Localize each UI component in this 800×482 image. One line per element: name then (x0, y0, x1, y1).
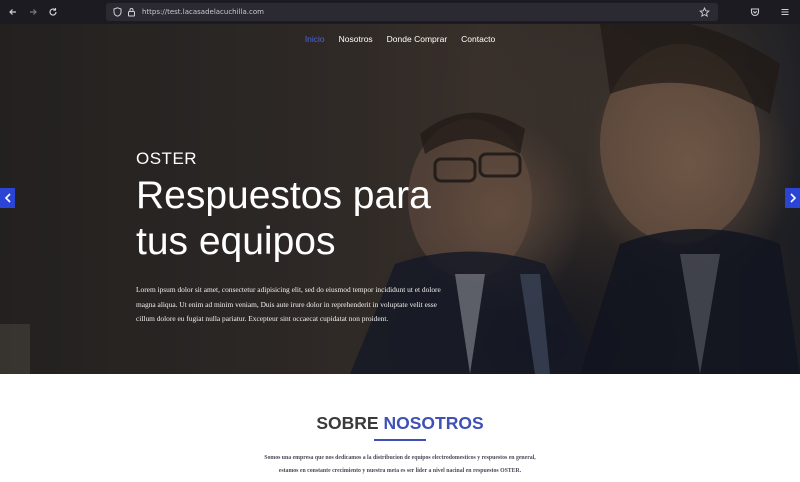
nav-item-contacto[interactable]: Contacto (454, 34, 502, 44)
about-title-part2: NOSOTROS (383, 413, 484, 433)
about-title-part1: SOBRE (316, 413, 379, 433)
pocket-icon[interactable] (746, 3, 764, 21)
reload-icon[interactable] (44, 3, 62, 21)
back-arrow-icon[interactable] (4, 3, 22, 21)
hero-body-text: Lorem ipsum dolor sit amet, consectetur … (136, 285, 441, 324)
slider-prev-button[interactable] (0, 188, 15, 208)
main-nav: Inicio Nosotros Donde Comprar Contacto (0, 34, 800, 44)
forward-arrow-icon[interactable] (24, 3, 42, 21)
about-text-line2: estamos en constante crecimiento y nuest… (278, 467, 522, 474)
hero-slider: Inicio Nosotros Donde Comprar Contacto O… (0, 24, 800, 374)
browser-toolbar: https://test.lacasadelacuchilla.com (0, 0, 800, 24)
shield-icon[interactable] (110, 5, 124, 19)
about-section: SOBRE NOSOTROS Somos una empresa que nos… (0, 374, 800, 482)
about-divider (374, 439, 426, 441)
hero-caption: OSTER Respuestos para tus equipos Lorem … (136, 149, 446, 327)
slider-next-button[interactable] (785, 188, 800, 208)
url-text[interactable]: https://test.lacasadelacuchilla.com (142, 8, 264, 16)
nav-item-inicio[interactable]: Inicio (298, 34, 332, 44)
lock-icon[interactable] (124, 5, 138, 19)
chevron-right-icon (789, 193, 796, 203)
about-title: SOBRE NOSOTROS (0, 413, 800, 434)
hero-headline: Respuestos para tus equipos (136, 173, 446, 265)
hero-headline-line1: Respuestos para (136, 174, 431, 217)
hero-brand: OSTER (136, 149, 198, 168)
about-text: Somos una empresa que nos dedicamos a la… (200, 452, 600, 477)
about-text-line1: Somos una empresa que nos dedicamos a la… (264, 455, 536, 461)
menu-icon[interactable] (776, 3, 794, 21)
bookmark-star-icon[interactable] (699, 5, 710, 23)
nav-item-donde-comprar[interactable]: Donde Comprar (380, 34, 454, 44)
url-bar[interactable]: https://test.lacasadelacuchilla.com (106, 3, 718, 21)
nav-item-nosotros[interactable]: Nosotros (332, 34, 380, 44)
chevron-left-icon (4, 193, 11, 203)
hero-headline-line2: tus equipos (136, 220, 336, 263)
